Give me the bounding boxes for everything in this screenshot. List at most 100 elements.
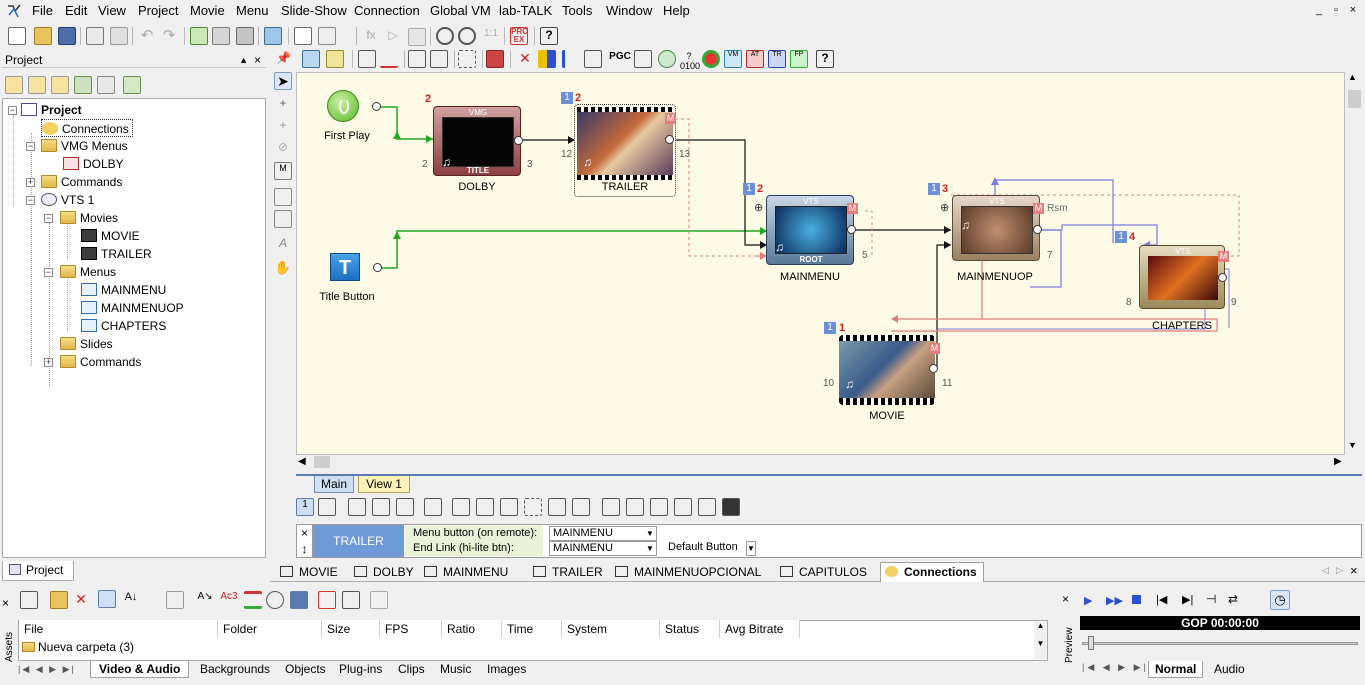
counter-icon[interactable]: ?0100: [680, 51, 700, 71]
box-icon[interactable]: [476, 498, 494, 516]
menu-lab-talk[interactable]: lab-TALK: [499, 3, 552, 18]
filter-icon[interactable]: [166, 591, 184, 609]
trailer-port[interactable]: [665, 135, 674, 144]
tree-expand-vts-commands[interactable]: +: [44, 358, 53, 367]
aac-icon[interactable]: A↘: [196, 591, 214, 609]
canvas-vertical-scrollbar[interactable]: ▲ ▼: [1346, 72, 1363, 455]
tab-view-1[interactable]: View 1: [358, 476, 410, 493]
help-icon[interactable]: ?: [540, 27, 558, 45]
tree-node-commands[interactable]: Commands: [41, 173, 122, 191]
tab-images[interactable]: Images: [487, 661, 526, 677]
film-strip-icon[interactable]: [486, 50, 504, 68]
mainmenuop-port[interactable]: [1033, 225, 1042, 234]
vm-icon[interactable]: VM: [724, 50, 742, 68]
edit-link-tool-icon[interactable]: ⊘: [274, 140, 292, 158]
delete-link-icon[interactable]: ✕: [516, 50, 534, 68]
vm-command-icon[interactable]: [674, 498, 692, 516]
undo-icon[interactable]: ↶: [138, 28, 156, 46]
tree-node-dolby[interactable]: DOLBY: [63, 155, 124, 173]
doc-tab-dolby[interactable]: DOLBY: [354, 564, 414, 580]
page-icon[interactable]: [318, 498, 336, 516]
preview-tab-nav[interactable]: |◀ ◀ ▶ ▶|: [1082, 662, 1149, 673]
new-command-icon[interactable]: [97, 76, 115, 94]
doc-tab-mainmenu[interactable]: MAINMENU: [424, 564, 508, 580]
menu-connection[interactable]: Connection: [354, 3, 420, 18]
tree-collapse-menus[interactable]: −: [44, 268, 53, 277]
compile-icon[interactable]: [294, 27, 312, 45]
record-icon[interactable]: [702, 50, 720, 68]
page-1-icon[interactable]: 1: [296, 498, 314, 516]
button-3-icon[interactable]: [396, 498, 414, 516]
tab-objects[interactable]: Objects: [285, 661, 326, 677]
title-button-port[interactable]: [373, 263, 382, 272]
tree-collapse-vmg[interactable]: −: [26, 142, 35, 151]
folder-view-icon[interactable]: [98, 590, 116, 608]
all-icon[interactable]: [452, 498, 470, 516]
new-project-icon[interactable]: [8, 27, 26, 45]
col-folder[interactable]: Folder: [218, 620, 322, 638]
first-play-icon[interactable]: [327, 90, 359, 122]
scroll-up-icon[interactable]: ▲: [1348, 72, 1357, 82]
menu-menu[interactable]: Menu: [236, 3, 269, 18]
menu-slide-show[interactable]: Slide-Show: [281, 3, 347, 18]
sort-icon[interactable]: A↓: [122, 591, 140, 609]
scroll-left-icon[interactable]: ◀: [298, 456, 306, 467]
new-vts-1-icon[interactable]: [123, 76, 141, 94]
first-play-port[interactable]: [372, 102, 381, 111]
movie-node[interactable]: ♫: [839, 335, 935, 405]
panel-pin-icon[interactable]: ▲: [239, 52, 248, 68]
menu-edit[interactable]: Edit: [65, 3, 87, 18]
tab-plug-ins[interactable]: Plug-ins: [339, 661, 382, 677]
doc-tab-trailer[interactable]: TRAILER: [533, 564, 603, 580]
new-movie-icon[interactable]: [28, 76, 46, 94]
tree-expand-commands[interactable]: +: [26, 178, 35, 187]
tab-scroll-left-icon[interactable]: ◁: [1322, 565, 1329, 576]
assets-scrollbar[interactable]: ▲ ▼: [1034, 621, 1047, 659]
scroll-right-icon[interactable]: ▶: [1334, 456, 1342, 467]
restore-button[interactable]: ▫: [1329, 3, 1343, 17]
film-cut-icon[interactable]: [318, 591, 336, 609]
tree-node-mainmenu[interactable]: MAINMENU: [81, 281, 166, 299]
stop-icon[interactable]: [1132, 595, 1141, 604]
col-time[interactable]: Time: [502, 620, 562, 638]
tree-node-vts-1[interactable]: VTS 1: [41, 191, 94, 209]
end-link-select[interactable]: MAINMENU ▼: [549, 541, 657, 556]
title-button-icon[interactable]: T: [330, 253, 360, 281]
monitor-icon[interactable]: [290, 591, 308, 609]
dolby-port[interactable]: [514, 136, 523, 145]
prev-chapter-icon[interactable]: |◀: [1156, 593, 1167, 606]
default-button-select[interactable]: Default Button ▼: [665, 541, 757, 556]
pgc-icon[interactable]: PGC: [608, 51, 632, 69]
open-folder-icon[interactable]: [34, 27, 52, 45]
tab-audio[interactable]: Audio: [1214, 661, 1245, 677]
tree-collapse-movies[interactable]: −: [44, 214, 53, 223]
mark-icon[interactable]: ⊣: [1206, 592, 1216, 606]
align-left-icon[interactable]: [358, 50, 376, 68]
col-size[interactable]: Size: [322, 620, 380, 638]
scroll-down-icon[interactable]: ▼: [1348, 440, 1357, 450]
menu-file[interactable]: File: [32, 3, 53, 18]
scroll-thumb[interactable]: [1348, 90, 1361, 108]
zoom-in-icon[interactable]: [436, 27, 454, 45]
globe-icon[interactable]: [658, 50, 676, 68]
tree-node-movies[interactable]: Movies: [60, 209, 118, 227]
at-icon[interactable]: AT: [746, 50, 764, 68]
mainmenu-node[interactable]: VTS ♫ ROOT: [766, 195, 854, 265]
preview-slider[interactable]: [1082, 634, 1358, 654]
button-icon[interactable]: [348, 498, 366, 516]
dolby-node[interactable]: VMG ♫ TITLE: [433, 106, 521, 176]
magic-wand-icon[interactable]: [318, 27, 336, 45]
hand-tool-icon[interactable]: ✋: [274, 260, 292, 278]
properties-close-icon[interactable]: × ↕: [297, 525, 313, 557]
tree-node-movie[interactable]: MOVIE: [81, 227, 140, 245]
select-area-tool-icon[interactable]: [274, 188, 292, 206]
fast-forward-icon[interactable]: ▶▶: [1106, 594, 1123, 607]
doc-tab-movie[interactable]: MOVIE: [280, 564, 338, 580]
stack-icon[interactable]: [212, 27, 230, 45]
tree-node-trailer[interactable]: TRAILER: [81, 245, 152, 263]
dashed-icon[interactable]: [524, 498, 542, 516]
tree-node-vmg-menus[interactable]: VMG Menus: [41, 137, 128, 155]
route-icon[interactable]: [602, 498, 620, 516]
paste-icon[interactable]: [110, 27, 128, 45]
clock-icon[interactable]: ◷: [1270, 590, 1290, 610]
